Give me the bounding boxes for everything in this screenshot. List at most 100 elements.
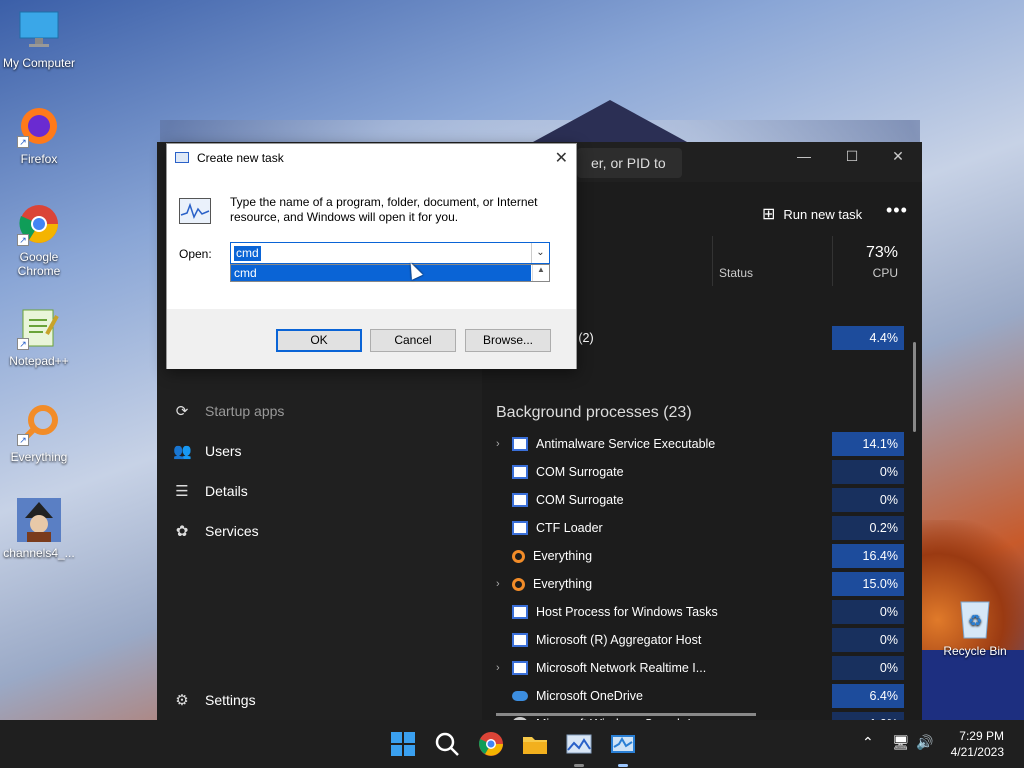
table-row[interactable]: COM Surrogate 0% — [496, 486, 904, 514]
recycle-bin-icon: ♻ — [953, 596, 997, 640]
app-process-icon — [512, 437, 528, 451]
chevron-down-icon[interactable]: ⌄ — [531, 243, 549, 263]
column-header-label: Status — [719, 266, 754, 280]
open-dropdown-list[interactable]: cmd ▲ — [230, 264, 550, 282]
dropdown-item[interactable]: cmd — [231, 265, 531, 281]
chevron-right-icon[interactable]: › — [496, 662, 512, 674]
chevron-right-icon[interactable]: › — [496, 578, 512, 590]
process-name: COM Surrogate — [536, 493, 624, 507]
run-new-task-button[interactable]: ⊞ Run new task — [762, 204, 862, 224]
volume-icon[interactable]: 🔊 — [916, 734, 933, 751]
desktop-icon-my-computer[interactable]: My Computer — [0, 8, 78, 70]
shortcut-arrow-icon: ↗ — [17, 234, 29, 246]
table-row[interactable]: CTF Loader 0.2% — [496, 514, 904, 542]
search-process-icon — [512, 577, 525, 591]
running-indicator — [618, 764, 628, 767]
firefox-icon: ↗ — [17, 104, 61, 148]
sidebar-item-label: Services — [205, 523, 259, 539]
app-process-icon — [512, 661, 528, 675]
horizontal-scrollbar[interactable] — [496, 713, 756, 716]
column-header-cpu[interactable]: 73% CPU — [832, 236, 904, 286]
running-indicator — [574, 764, 584, 767]
dialog-description: Type the name of a program, folder, docu… — [230, 195, 538, 224]
process-cpu: 14.1% — [832, 432, 904, 456]
open-label: Open: — [179, 247, 212, 261]
browse-button[interactable]: Browse... — [465, 329, 551, 352]
desktop-icon-notepadpp[interactable]: ↗ Notepad++ — [0, 306, 78, 368]
desktop-icon-everything[interactable]: ↗ Everything — [0, 402, 78, 464]
table-row[interactable]: › Microsoft Network Realtime I... 0% — [496, 654, 904, 682]
open-combobox[interactable]: cmd ⌄ — [230, 242, 550, 264]
desktop-icon-label: Google Chrome — [17, 250, 61, 278]
shortcut-arrow-icon: ↗ — [17, 434, 29, 446]
more-options-icon[interactable]: ••• — [886, 200, 908, 221]
table-row[interactable]: Host Process for Windows Tasks 0% — [496, 598, 904, 626]
performance-chart-icon — [179, 198, 211, 224]
section-title-background: Background processes (23) — [496, 404, 692, 421]
dropdown-scrollbar[interactable]: ▲ — [532, 265, 549, 281]
sidebar-item-services[interactable]: ✿ Services — [173, 516, 259, 546]
task-manager-icon[interactable] — [609, 730, 637, 758]
chrome-icon: ↗ — [17, 202, 61, 246]
process-cpu: 0% — [832, 460, 904, 484]
desktop-icon-firefox[interactable]: ↗ Firefox — [0, 104, 78, 166]
process-name: Antimalware Service Executable — [536, 437, 716, 451]
gear-icon: ⚙ — [175, 692, 189, 709]
app-process-icon — [512, 521, 528, 535]
desktop-icon-channels4[interactable]: channels4_... — [0, 498, 78, 560]
sidebar-item-users[interactable]: 👥 Users — [173, 436, 242, 466]
dialog-title: Create new task — [197, 151, 284, 165]
image-file-icon — [17, 498, 61, 542]
puzzle-icon: ✿ — [175, 523, 189, 540]
open-input-value[interactable]: cmd — [234, 246, 261, 261]
startup-icon: ⟳ — [175, 403, 189, 420]
ok-button[interactable]: OK — [276, 329, 362, 352]
maximize-icon[interactable]: ☐ — [837, 148, 867, 166]
app-process-icon — [512, 465, 528, 479]
process-cpu: 0% — [832, 656, 904, 680]
taskbar: ⌃ 🖥 🔊 7:29 PM 4/21/2023 — [0, 720, 1024, 768]
list-icon: ☰ — [175, 483, 189, 500]
dialog-footer: OK Cancel Browse... — [167, 309, 576, 369]
sidebar-item-settings[interactable]: ⚙ Settings — [173, 685, 256, 715]
close-icon[interactable]: ✕ — [883, 148, 913, 166]
table-row[interactable]: › Antimalware Service Executable 14.1% — [496, 430, 904, 458]
shortcut-arrow-icon: ↗ — [17, 338, 29, 350]
minimize-icon[interactable]: — — [789, 148, 819, 166]
table-row[interactable]: Microsoft (R) Aggregator Host 0% — [496, 626, 904, 654]
process-cpu: 6.4% — [832, 684, 904, 708]
table-row[interactable]: › Everything 15.0% — [496, 570, 904, 598]
network-icon[interactable]: 🖥 — [892, 734, 910, 751]
clock-time: 7:29 PM — [959, 729, 1004, 743]
monitor-icon — [17, 8, 61, 52]
table-row[interactable]: Everything 16.4% — [496, 542, 904, 570]
process-cpu: 16.4% — [832, 544, 904, 568]
sidebar-item-startup-apps[interactable]: ⟳ Startup apps — [173, 396, 285, 426]
cpu-total: 73% — [865, 244, 898, 261]
sidebar-item-details[interactable]: ☰ Details — [173, 476, 248, 506]
column-header-status[interactable]: Status — [712, 236, 832, 286]
clock[interactable]: 7:29 PM 4/21/2023 — [951, 728, 1004, 760]
process-cpu: 0.2% — [832, 516, 904, 540]
sidebar-item-label: Settings — [205, 692, 256, 708]
table-row[interactable]: COM Surrogate 0% — [496, 458, 904, 486]
image-viewer-icon[interactable] — [565, 730, 593, 758]
cancel-button[interactable]: Cancel — [370, 329, 456, 352]
process-name: Everything — [533, 577, 593, 591]
desktop-icon-chrome[interactable]: ↗ Google Chrome — [0, 202, 78, 278]
svg-text:♻: ♻ — [968, 613, 982, 630]
app-process-icon — [512, 605, 528, 619]
vertical-scrollbar[interactable] — [913, 342, 916, 432]
desktop-icon-recycle-bin[interactable]: ♻ Recycle Bin — [936, 596, 1014, 658]
table-row[interactable]: Microsoft OneDrive 6.4% — [496, 682, 904, 710]
chrome-icon[interactable] — [477, 730, 505, 758]
file-explorer-icon[interactable] — [521, 730, 549, 758]
windows-start-icon[interactable] — [389, 730, 417, 758]
process-name: Microsoft Network Realtime I... — [536, 661, 707, 675]
chevron-up-icon[interactable]: ⌃ — [862, 734, 874, 751]
search-input[interactable]: er, or PID to s... — [577, 148, 682, 201]
search-icon[interactable] — [433, 730, 461, 758]
chevron-right-icon[interactable]: › — [496, 438, 512, 450]
close-icon[interactable]: ✕ — [555, 148, 568, 168]
sidebar-item-label: Startup apps — [205, 403, 285, 419]
